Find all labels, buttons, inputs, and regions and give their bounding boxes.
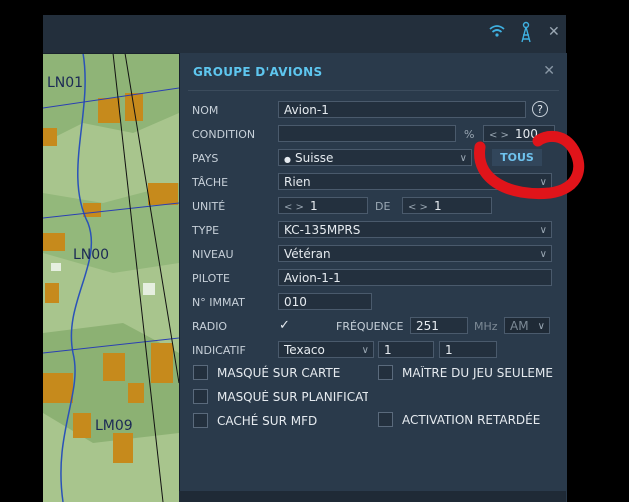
type-select[interactable]: KC-135MPRS ∨ xyxy=(278,221,552,238)
indicatif-number-2[interactable]: 1 xyxy=(439,341,497,358)
de-label: DE xyxy=(375,200,391,213)
masque-planif-checkbox[interactable] xyxy=(193,389,208,404)
aircraft-group-panel: GROUPE D'AVIONS ✕ NOM Avion-1 ? CONDITIO… xyxy=(179,53,567,502)
pilote-input[interactable]: Avion-1-1 xyxy=(278,269,552,286)
chevron-down-icon: ∨ xyxy=(361,345,369,356)
antenna-icon[interactable] xyxy=(520,21,532,47)
condition-label: CONDITION xyxy=(192,128,256,141)
pays-value: Suisse xyxy=(294,151,334,165)
map-view[interactable]: LN01 LN00 LM09 xyxy=(43,53,179,502)
top-bar: ✕ xyxy=(43,15,566,54)
masque-planif-label: MASQUÉ SUR PLANIFICATION xyxy=(217,390,368,404)
grid-label-ln00: LN00 xyxy=(73,247,110,263)
activation-checkbox[interactable] xyxy=(378,412,393,427)
panel-close-icon[interactable]: ✕ xyxy=(543,63,555,79)
chevron-down-icon: ∨ xyxy=(539,225,547,236)
masque-carte-label: MASQUÉ SUR CARTE xyxy=(217,366,341,380)
chevron-down-icon: ∨ xyxy=(537,321,545,332)
grid-label-lm09: LM09 xyxy=(95,418,133,434)
radio-label: RADIO xyxy=(192,320,228,333)
pilote-label: PILOTE xyxy=(192,272,230,285)
help-icon[interactable]: ? xyxy=(532,101,548,117)
panel-title: GROUPE D'AVIONS xyxy=(193,65,323,79)
activation-label: ACTIVATION RETARDÉE xyxy=(402,413,541,427)
maitre-jeu-checkbox[interactable] xyxy=(378,365,393,380)
unite-stepper[interactable]: < > 1 xyxy=(278,197,368,214)
indicatif-value: Texaco xyxy=(284,343,325,357)
map-terrain xyxy=(43,53,179,502)
modulation-value: AM xyxy=(510,319,529,333)
red-annotation-mark xyxy=(474,131,585,200)
niveau-select[interactable]: Vétéran ∨ xyxy=(278,245,552,262)
maitre-jeu-label: MAÎTRE DU JEU SEULEMENT xyxy=(402,366,554,380)
title-divider xyxy=(188,90,559,91)
stepper-arrows-icon[interactable]: < > xyxy=(408,202,428,213)
bottom-toolbar xyxy=(179,491,566,502)
mhz-label: MHz xyxy=(474,320,498,333)
nom-input[interactable]: Avion-1 xyxy=(278,101,526,118)
frequence-label: FRÉQUENCE xyxy=(336,320,404,333)
type-value: KC-135MPRS xyxy=(284,223,361,237)
modulation-select[interactable]: AM ∨ xyxy=(504,317,550,334)
nom-label: NOM xyxy=(192,104,219,117)
close-icon[interactable]: ✕ xyxy=(548,24,560,40)
chevron-down-icon: ∨ xyxy=(539,249,547,260)
country-dot-icon: ● xyxy=(284,155,291,164)
radio-checkbox[interactable]: ✓ xyxy=(279,318,294,333)
grid-label-ln01: LN01 xyxy=(47,75,84,91)
tache-label: TÂCHE xyxy=(192,176,229,189)
masque-carte-checkbox[interactable] xyxy=(193,365,208,380)
unite-label: UNITÉ xyxy=(192,200,226,213)
pays-label: PAYS xyxy=(192,152,219,165)
indicatif-label: INDICATIF xyxy=(192,344,246,357)
unite-value: 1 xyxy=(309,199,318,213)
indicatif-number-1[interactable]: 1 xyxy=(378,341,434,358)
tache-value: Rien xyxy=(284,175,311,189)
immat-input[interactable]: 010 xyxy=(278,293,372,310)
niveau-label: NIVEAU xyxy=(192,248,234,261)
cache-mfd-label: CACHÉ SUR MFD xyxy=(217,414,318,428)
niveau-value: Vétéran xyxy=(284,247,331,261)
condition-input[interactable] xyxy=(278,125,456,142)
immat-label: N° IMMAT xyxy=(192,296,245,309)
type-label: TYPE xyxy=(192,224,220,237)
indicatif-select[interactable]: Texaco ∨ xyxy=(278,341,374,358)
wifi-icon[interactable] xyxy=(489,23,505,42)
cache-mfd-checkbox[interactable] xyxy=(193,413,208,428)
frequence-input[interactable]: 251 xyxy=(410,317,468,334)
stepper-arrows-icon[interactable]: < > xyxy=(284,202,304,213)
